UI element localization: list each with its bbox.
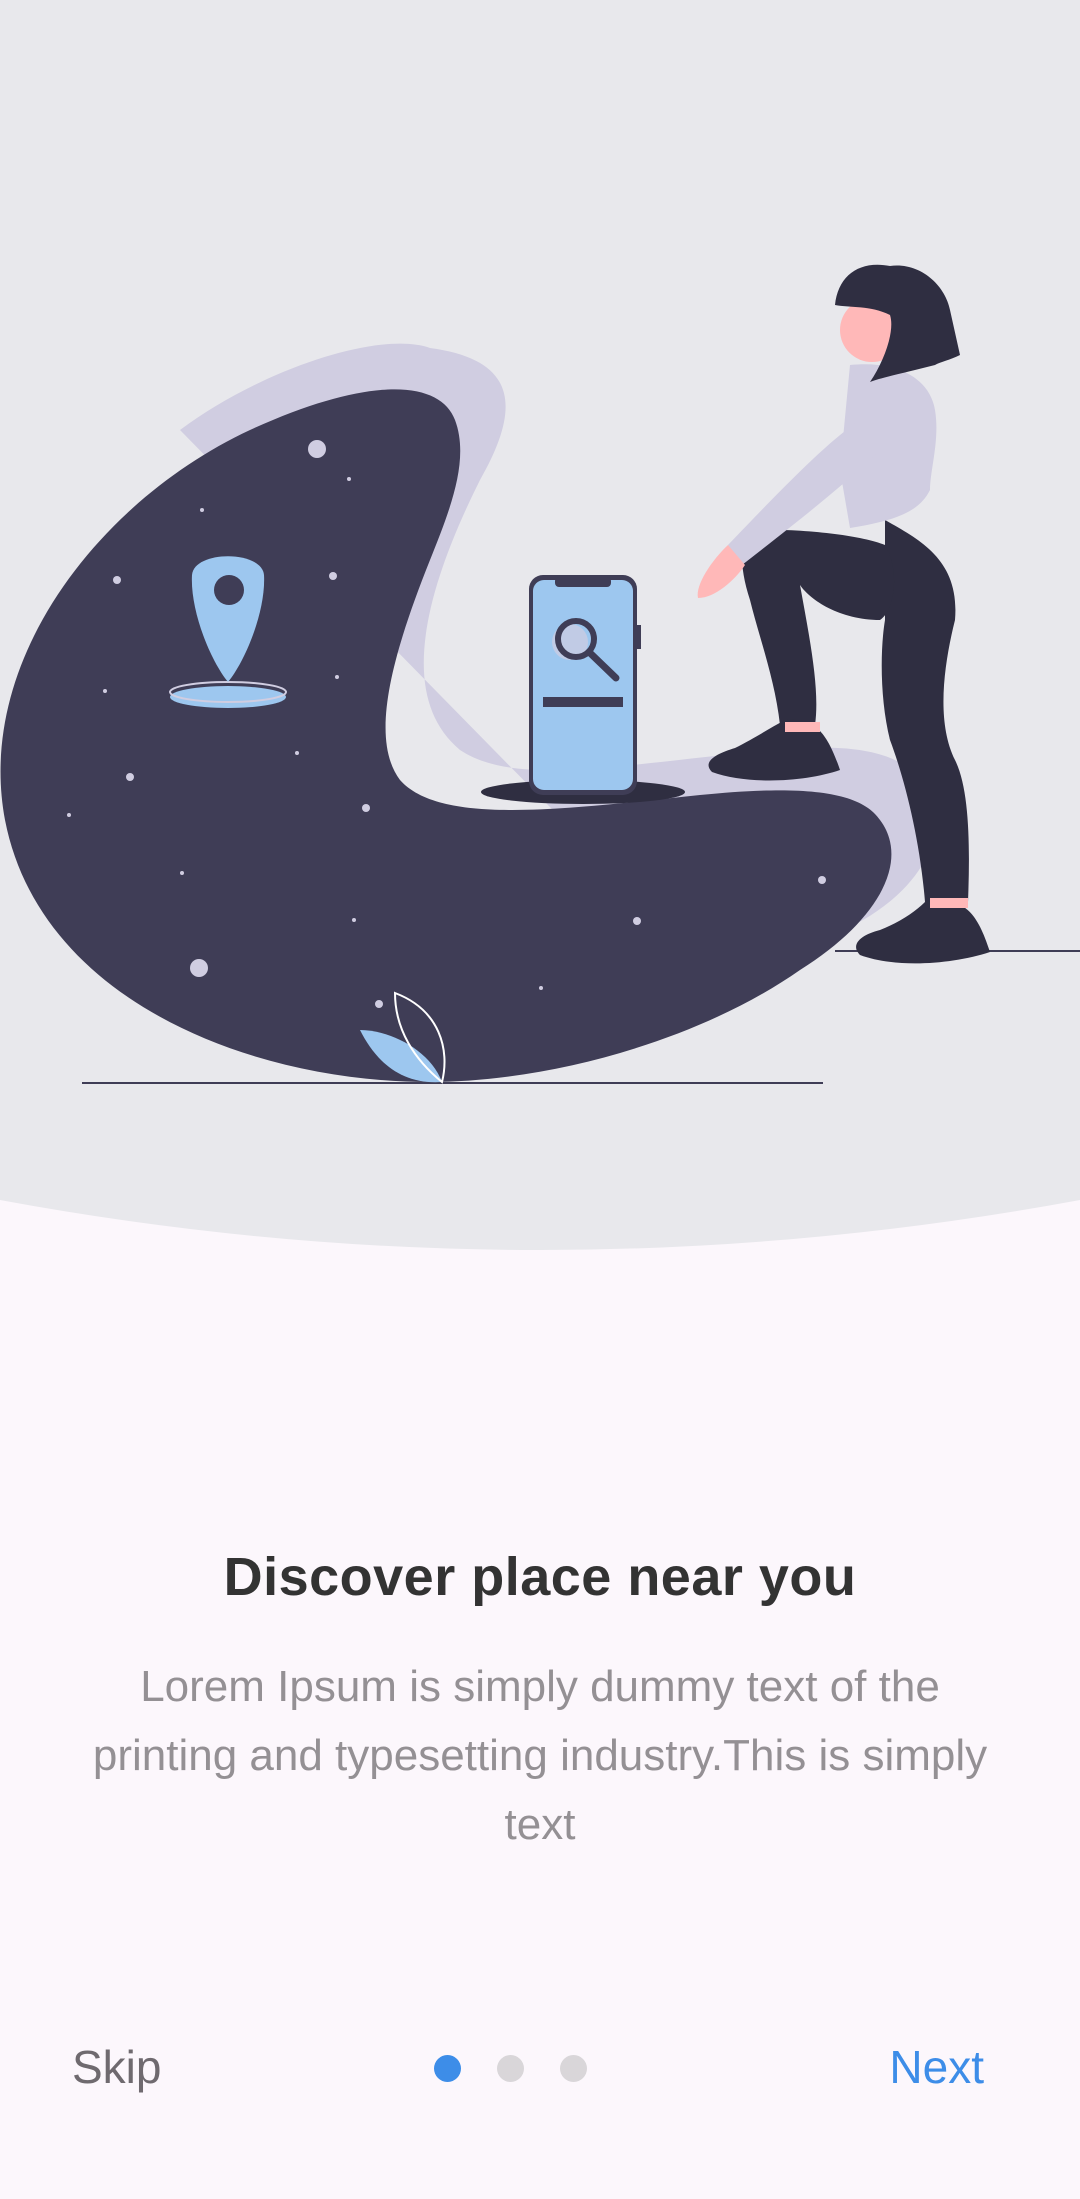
page-dot-1[interactable]: [434, 2055, 461, 2082]
skip-button[interactable]: Skip: [72, 2040, 161, 2094]
next-button[interactable]: Next: [889, 2040, 984, 2094]
onboarding-hero-illustration: [0, 0, 1080, 1250]
page-dot-2[interactable]: [497, 2055, 524, 2082]
page-dot-3[interactable]: [560, 2055, 587, 2082]
page-indicator: [434, 2055, 587, 2085]
onboarding-description: Lorem Ipsum is simply dummy text of the …: [92, 1662, 988, 1849]
onboarding-title: Discover place near you: [223, 1547, 857, 1607]
